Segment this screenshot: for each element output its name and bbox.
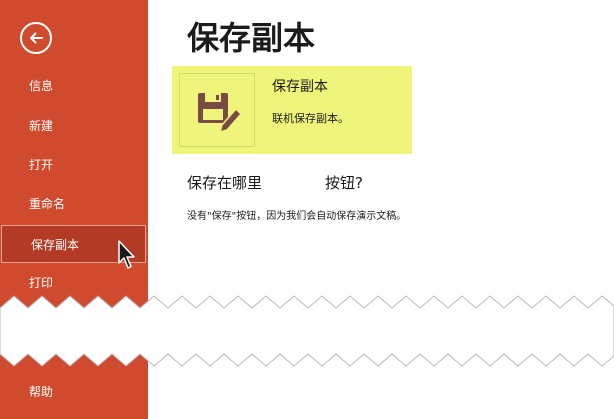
where-to-save-heading: 保存在哪里	[187, 174, 263, 192]
save-copy-option-icon-box	[179, 73, 255, 147]
sidebar-item-help[interactable]: 帮助	[0, 373, 148, 411]
sidebar-item-info[interactable]: 信息	[0, 67, 148, 105]
save-copy-option-title: 保存副本	[272, 79, 328, 95]
back-arrow-icon	[30, 32, 43, 44]
button-question-heading: 按钮?	[325, 174, 363, 192]
sidebar-item-open[interactable]: 打开	[0, 146, 148, 184]
page-title: 保存副本	[187, 19, 316, 57]
mouse-cursor-icon	[118, 240, 135, 269]
sidebar-item-rename[interactable]: 重命名	[0, 185, 148, 223]
back-button[interactable]	[20, 22, 52, 54]
torn-edge-divider	[0, 295, 614, 367]
save-copy-option[interactable]: 保存副本 联机保存副本。	[172, 66, 412, 154]
save-edit-icon	[198, 93, 242, 133]
save-copy-option-description: 联机保存副本。	[272, 112, 349, 125]
autosave-note: 没有"保存"按钮，因为我们会自动保存演示文稿。	[187, 211, 407, 222]
sidebar-item-new[interactable]: 新建	[0, 107, 148, 145]
